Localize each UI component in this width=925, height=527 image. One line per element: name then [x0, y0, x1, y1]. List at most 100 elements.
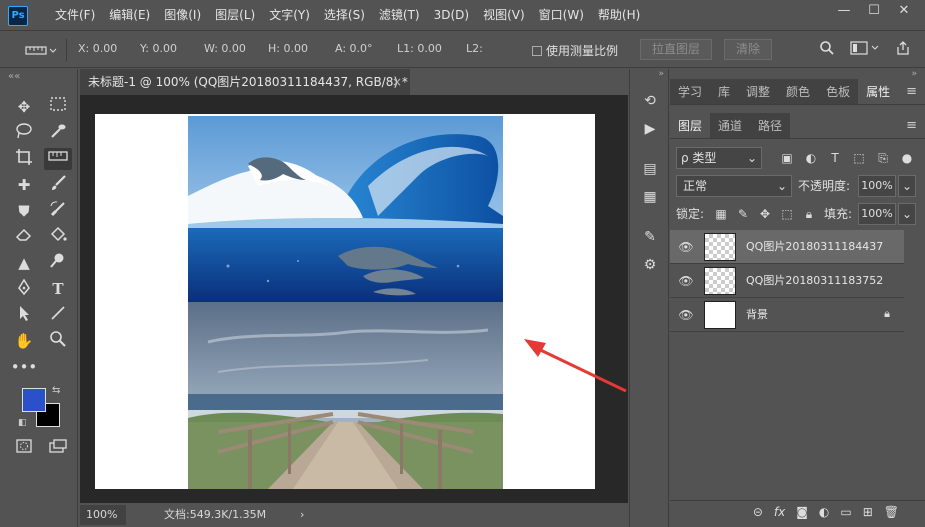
tab-swatches[interactable]: 色板: [818, 79, 859, 104]
blend-mode-select[interactable]: 正常 ⌄: [676, 175, 792, 197]
search-icon[interactable]: [817, 40, 837, 60]
close-button[interactable]: ✕: [891, 0, 917, 22]
straighten-layer-button[interactable]: 拉直图层: [640, 39, 712, 60]
move-tool-icon[interactable]: ✥: [10, 96, 38, 118]
document-canvas[interactable]: [95, 114, 595, 489]
shape-filter-icon[interactable]: ⬚: [850, 147, 868, 169]
line-tool-icon[interactable]: [44, 304, 72, 326]
tab-layers[interactable]: 图层: [670, 113, 711, 138]
screen-mode-icon[interactable]: [44, 438, 72, 460]
layer-row[interactable]: 👁︎ 背景 🔒︎: [670, 298, 904, 332]
filter-toggle-icon[interactable]: ●: [898, 147, 916, 169]
type-filter-icon[interactable]: T: [826, 147, 844, 169]
brush-presets-icon[interactable]: ⚙: [630, 251, 670, 279]
close-document-icon[interactable]: ×: [392, 69, 402, 95]
default-colors-icon[interactable]: ◧: [18, 418, 27, 428]
delete-layer-icon[interactable]: 🗑︎: [884, 501, 899, 522]
menu-help[interactable]: 帮助(H): [591, 0, 647, 31]
collapse-toolbar-icon[interactable]: ««: [8, 71, 20, 82]
tab-libraries[interactable]: 库: [710, 79, 739, 104]
menu-image[interactable]: 图像(I): [157, 0, 208, 31]
add-mask-icon[interactable]: ◙: [796, 501, 808, 522]
fill-dropdown-icon[interactable]: ⌄: [898, 203, 916, 225]
sharpen-tool-icon[interactable]: ▲: [10, 252, 38, 274]
eraser-tool-icon[interactable]: [10, 226, 38, 248]
menu-layer[interactable]: 图层(L): [208, 0, 262, 31]
lock-transparent-icon[interactable]: ▦: [712, 203, 730, 225]
opacity-input[interactable]: 100%: [858, 175, 896, 197]
menu-window[interactable]: 窗口(W): [532, 0, 591, 31]
quick-selection-tool-icon[interactable]: [44, 122, 72, 144]
ruler-tool-preset-icon[interactable]: [24, 41, 58, 59]
new-layer-icon[interactable]: ⊞: [863, 501, 873, 522]
swap-colors-icon[interactable]: ⇆: [52, 385, 60, 396]
history-panel-icon[interactable]: ⟲: [630, 87, 670, 115]
clear-button[interactable]: 清除: [724, 39, 772, 60]
maximize-button[interactable]: ☐: [861, 0, 887, 22]
adjustment-filter-icon[interactable]: ◐: [802, 147, 820, 169]
new-group-icon[interactable]: ▭: [840, 501, 851, 522]
zoom-tool-icon[interactable]: [44, 330, 72, 352]
lock-image-icon[interactable]: ✎: [734, 203, 752, 225]
minimize-button[interactable]: —: [831, 0, 857, 22]
dodge-tool-icon[interactable]: [44, 252, 72, 274]
notes-panel-icon[interactable]: ▦: [630, 183, 670, 211]
history-brush-tool-icon[interactable]: [44, 200, 72, 222]
paint-bucket-tool-icon[interactable]: [44, 226, 72, 248]
menu-filter[interactable]: 滤镜(T): [372, 0, 427, 31]
layer-style-icon[interactable]: fx: [774, 501, 785, 522]
hand-tool-icon[interactable]: ✋: [10, 330, 38, 352]
expand-panels-icon[interactable]: »: [630, 69, 668, 79]
menu-edit[interactable]: 编辑(E): [102, 0, 157, 31]
link-layers-icon[interactable]: ⊝: [753, 501, 763, 522]
tab-adjustments[interactable]: 调整: [738, 79, 779, 104]
menu-select[interactable]: 选择(S): [317, 0, 372, 31]
checkbox-box[interactable]: [532, 46, 542, 56]
menu-3d[interactable]: 3D(D): [427, 0, 476, 31]
panel-menu-icon[interactable]: ≡: [906, 79, 917, 105]
canvas-area[interactable]: [80, 95, 628, 503]
zoom-level[interactable]: 100%: [80, 505, 126, 525]
filter-kind-select[interactable]: ρ 类型 ⌄: [676, 147, 762, 169]
layer-row[interactable]: 👁︎ QQ图片20180311183752: [670, 264, 904, 298]
tab-color[interactable]: 颜色: [778, 79, 819, 104]
share-icon[interactable]: [893, 40, 913, 60]
actions-panel-icon[interactable]: ▶: [630, 115, 670, 143]
menu-file[interactable]: 文件(F): [48, 0, 102, 31]
document-tab[interactable]: 未标题-1 @ 100% (QQ图片20180311184437, RGB/8)…: [80, 69, 410, 95]
workspace-switcher-icon[interactable]: [850, 40, 880, 60]
lock-all-icon[interactable]: 🔒︎: [800, 203, 818, 225]
brush-tool-icon[interactable]: [44, 174, 72, 196]
adjustment-layer-icon[interactable]: ◐: [819, 501, 829, 522]
layers-menu-icon[interactable]: ≡: [906, 113, 917, 139]
layer-row[interactable]: 👁︎ QQ图片20180311184437: [670, 230, 904, 264]
opacity-dropdown-icon[interactable]: ⌄: [898, 175, 916, 197]
image-filter-icon[interactable]: ▣: [778, 147, 796, 169]
type-tool-icon[interactable]: T: [44, 278, 72, 300]
visibility-eye-icon[interactable]: 👁︎: [678, 273, 694, 289]
foreground-color-swatch[interactable]: [22, 388, 46, 412]
clone-stamp-tool-icon[interactable]: ⛊: [10, 200, 38, 222]
lasso-tool-icon[interactable]: [10, 122, 38, 144]
brush-settings-icon[interactable]: ✎: [630, 223, 670, 251]
tab-properties[interactable]: 属性: [858, 79, 899, 104]
crop-tool-icon[interactable]: [10, 148, 38, 170]
more-tools-icon[interactable]: •••: [10, 356, 38, 378]
fill-input[interactable]: 100%: [858, 203, 896, 225]
collapse-panels-icon[interactable]: »: [911, 69, 917, 79]
marquee-tool-icon[interactable]: [44, 96, 72, 118]
tab-paths[interactable]: 路径: [750, 113, 791, 138]
lock-artboard-icon[interactable]: ⬚: [778, 203, 796, 225]
ruler-tool-icon[interactable]: [44, 148, 72, 170]
properties-panel-icon[interactable]: ▤: [630, 155, 670, 183]
path-selection-tool-icon[interactable]: [10, 304, 38, 326]
use-measurement-scale-checkbox[interactable]: 使用测量比例: [532, 42, 618, 59]
visibility-eye-icon[interactable]: 👁︎: [678, 307, 694, 323]
smart-object-filter-icon[interactable]: ⎘: [874, 147, 892, 169]
pen-tool-icon[interactable]: [10, 278, 38, 300]
menu-type[interactable]: 文字(Y): [262, 0, 317, 31]
lock-position-icon[interactable]: ✥: [756, 203, 774, 225]
tab-channels[interactable]: 通道: [710, 113, 751, 138]
status-menu-arrow-icon[interactable]: ›: [300, 503, 304, 527]
healing-brush-tool-icon[interactable]: ✚: [10, 174, 38, 196]
